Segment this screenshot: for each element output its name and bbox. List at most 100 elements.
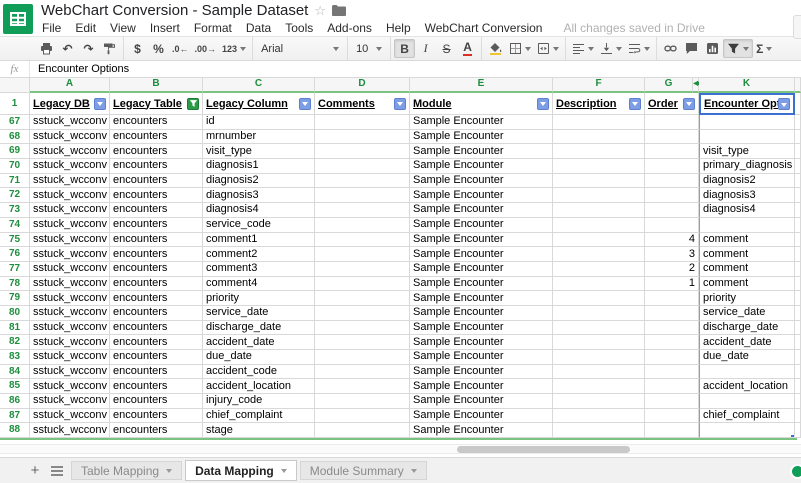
cell[interactable] xyxy=(645,394,699,409)
filter-dropdown-icon[interactable] xyxy=(394,98,406,110)
cell[interactable]: service_code xyxy=(203,218,315,233)
cell[interactable] xyxy=(315,233,410,248)
filter-button-dropdown-icon[interactable] xyxy=(743,47,749,54)
filter-dropdown-icon[interactable] xyxy=(299,98,311,110)
cell[interactable]: diagnosis2 xyxy=(203,174,315,189)
cell[interactable]: sstuck_wcconv xyxy=(30,409,110,424)
cell[interactable]: Sample Encounter xyxy=(410,115,553,130)
row-header[interactable]: 69 xyxy=(0,144,30,159)
font-size-select-dropdown-icon[interactable] xyxy=(376,47,382,54)
cell[interactable]: Sample Encounter xyxy=(410,233,553,248)
cell[interactable]: due_date xyxy=(203,350,315,365)
print-button[interactable] xyxy=(36,39,57,58)
cell[interactable] xyxy=(645,321,699,336)
cell[interactable] xyxy=(315,247,410,262)
cell[interactable] xyxy=(645,335,699,350)
borders-button-dropdown-icon[interactable] xyxy=(525,47,531,54)
cell[interactable]: 4 xyxy=(645,233,699,248)
cell[interactable]: sstuck_wcconv xyxy=(30,233,110,248)
horizontal-align-button[interactable] xyxy=(569,39,597,58)
cell[interactable]: Sample Encounter xyxy=(410,365,553,380)
row-header[interactable]: 79 xyxy=(0,291,30,306)
cell[interactable] xyxy=(315,423,410,438)
column-header-b[interactable]: B xyxy=(110,78,203,93)
merge-cells-button[interactable] xyxy=(534,39,562,58)
column-header-d[interactable]: D xyxy=(315,78,410,93)
row-header[interactable]: 76 xyxy=(0,247,30,262)
row-header[interactable]: 77 xyxy=(0,262,30,277)
cell[interactable]: priority xyxy=(203,291,315,306)
cell[interactable] xyxy=(553,262,645,277)
cell[interactable]: sstuck_wcconv xyxy=(30,335,110,350)
cell[interactable]: sstuck_wcconv xyxy=(30,262,110,277)
cell[interactable]: sstuck_wcconv xyxy=(30,203,110,218)
cell[interactable] xyxy=(645,409,699,424)
row-header[interactable]: 70 xyxy=(0,159,30,174)
strikethrough-button[interactable]: S xyxy=(436,39,457,58)
insert-chart-button[interactable] xyxy=(702,39,723,58)
cell[interactable]: encounters xyxy=(110,159,203,174)
cell[interactable]: accident_code xyxy=(203,365,315,380)
cell[interactable] xyxy=(553,115,645,130)
cell[interactable]: accident_date xyxy=(699,335,795,350)
cell[interactable]: Sample Encounter xyxy=(410,379,553,394)
functions-button[interactable]: Σ xyxy=(753,39,775,58)
more-formats-button[interactable]: 123 xyxy=(219,39,249,58)
cell[interactable]: accident_location xyxy=(203,379,315,394)
cell[interactable]: Sample Encounter xyxy=(410,130,553,145)
cell[interactable]: encounters xyxy=(110,291,203,306)
cell[interactable] xyxy=(645,350,699,365)
cell[interactable]: Sample Encounter xyxy=(410,159,553,174)
cell[interactable] xyxy=(315,277,410,292)
cell[interactable] xyxy=(645,144,699,159)
formula-input[interactable]: Encounter Options xyxy=(30,61,129,77)
tab-data-mapping[interactable]: Data Mapping xyxy=(185,460,297,481)
cell[interactable] xyxy=(315,130,410,145)
menu-item-edit[interactable]: Edit xyxy=(68,21,103,35)
cell[interactable]: sstuck_wcconv xyxy=(30,291,110,306)
cell[interactable] xyxy=(315,394,410,409)
cell[interactable] xyxy=(553,423,645,438)
cell[interactable]: sstuck_wcconv xyxy=(30,350,110,365)
font-family-select[interactable]: Arial xyxy=(256,39,344,58)
column-header-k[interactable]: K xyxy=(699,78,795,93)
cell[interactable]: sstuck_wcconv xyxy=(30,365,110,380)
cell[interactable]: encounters xyxy=(110,394,203,409)
cell[interactable] xyxy=(315,409,410,424)
row-header[interactable]: 82 xyxy=(0,335,30,350)
row-header[interactable]: 68 xyxy=(0,130,30,145)
cell[interactable]: accident_date xyxy=(203,335,315,350)
font-size-select[interactable]: 10 xyxy=(351,39,387,58)
cell[interactable]: sstuck_wcconv xyxy=(30,379,110,394)
fill-color-button[interactable] xyxy=(485,39,506,58)
cell[interactable]: encounters xyxy=(110,218,203,233)
cell[interactable]: sstuck_wcconv xyxy=(30,423,110,438)
cell[interactable]: sstuck_wcconv xyxy=(30,115,110,130)
row-header[interactable]: 80 xyxy=(0,306,30,321)
partial-share-button[interactable] xyxy=(793,15,801,39)
column-header-a[interactable]: A xyxy=(30,78,110,93)
filter-applied-icon[interactable] xyxy=(187,98,199,110)
cell[interactable] xyxy=(553,144,645,159)
filter-dropdown-icon[interactable] xyxy=(537,98,549,110)
cell[interactable]: encounters xyxy=(110,262,203,277)
cell[interactable]: service_date xyxy=(203,306,315,321)
cell[interactable]: Order xyxy=(645,93,699,115)
menu-item-insert[interactable]: Insert xyxy=(143,21,187,35)
column-header-e[interactable]: E xyxy=(410,78,553,93)
more-formats-button-dropdown-icon[interactable] xyxy=(240,47,246,54)
cell[interactable]: diagnosis3 xyxy=(699,188,795,203)
cell[interactable] xyxy=(699,365,795,380)
cell[interactable]: sstuck_wcconv xyxy=(30,306,110,321)
row-header[interactable]: 1 xyxy=(0,93,30,115)
cell[interactable]: discharge_date xyxy=(203,321,315,336)
cell[interactable]: encounters xyxy=(110,277,203,292)
cell[interactable]: comment2 xyxy=(203,247,315,262)
cell[interactable] xyxy=(553,335,645,350)
font-family-select-dropdown-icon[interactable] xyxy=(333,47,339,54)
cell[interactable] xyxy=(553,233,645,248)
cell[interactable] xyxy=(315,144,410,159)
cell[interactable] xyxy=(315,159,410,174)
cell[interactable]: sstuck_wcconv xyxy=(30,159,110,174)
cell[interactable]: diagnosis4 xyxy=(203,203,315,218)
